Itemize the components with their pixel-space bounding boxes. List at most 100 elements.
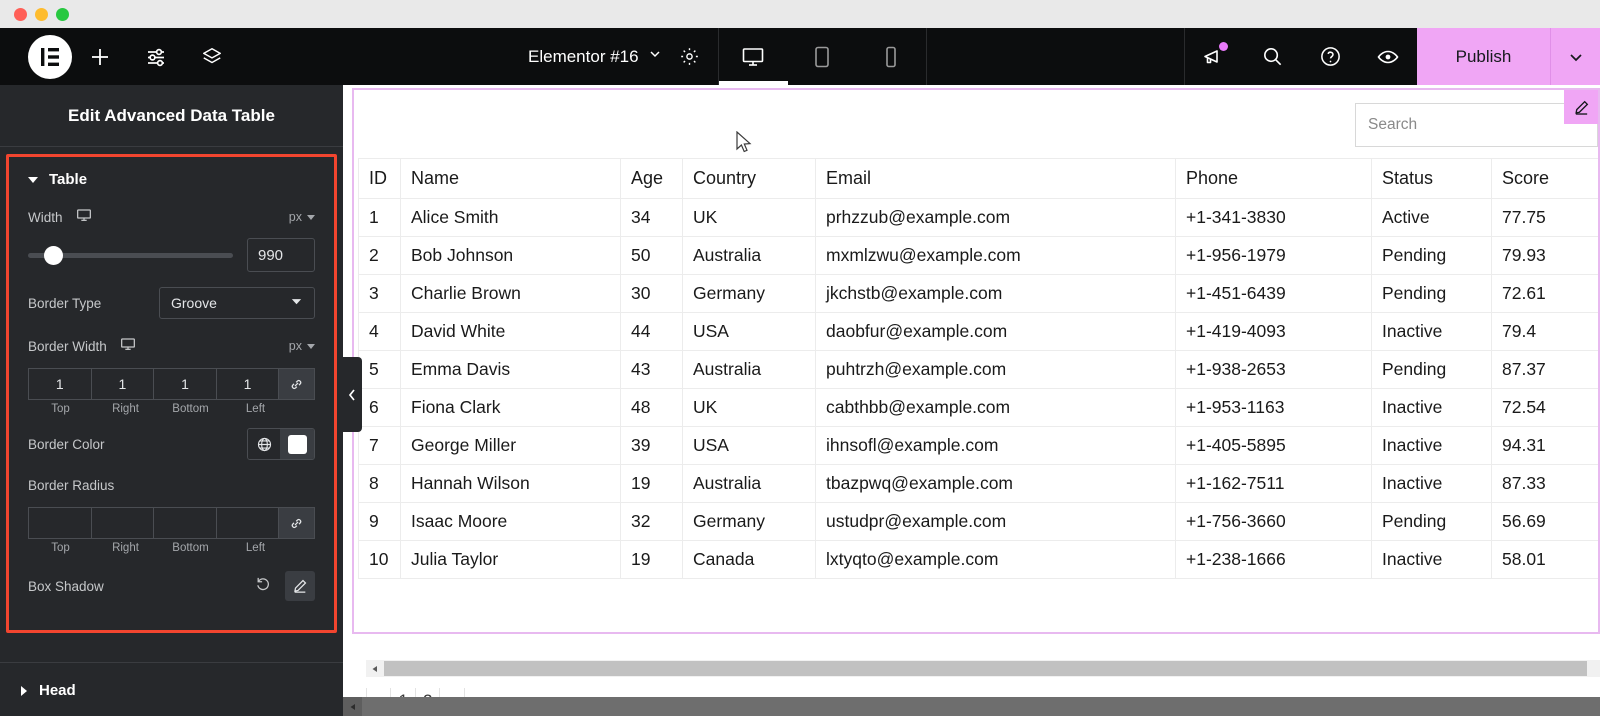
border-radius-top-input[interactable] [28, 507, 91, 539]
link-icon[interactable] [278, 507, 316, 539]
width-unit-label: px [288, 210, 302, 224]
border-width-left-input[interactable]: 1 [215, 368, 279, 400]
search-icon[interactable] [1243, 28, 1301, 85]
cell-id: 7 [358, 426, 401, 465]
border-radius-top-label: Top [51, 542, 70, 554]
device-mobile-button[interactable] [857, 28, 926, 85]
device-tablet-button[interactable] [788, 28, 857, 85]
border-width-right-input[interactable]: 1 [90, 368, 154, 400]
column-header-score[interactable]: Score [1491, 158, 1598, 199]
desktop-icon[interactable] [120, 336, 136, 357]
border-radius-bottom-input[interactable] [153, 507, 216, 539]
triangle-left-icon[interactable] [366, 660, 383, 677]
window-minimize-button[interactable] [35, 7, 48, 21]
cell-id: 2 [358, 236, 401, 275]
scrollbar-thumb[interactable] [384, 661, 1587, 676]
cell-age: 50 [620, 236, 683, 275]
border-color-picker[interactable] [247, 428, 315, 460]
border-radius-left-input[interactable] [215, 507, 279, 539]
toolbar-center-group: Elementor #16 [343, 28, 1184, 85]
control-border-type: Border Type Groove [9, 287, 334, 319]
cell-phone: +1-938-2653 [1175, 350, 1372, 389]
cell-score: 72.61 [1491, 274, 1598, 313]
column-header-age[interactable]: Age [620, 158, 683, 199]
table-horizontal-scrollbar[interactable] [366, 660, 1600, 677]
page-horizontal-scrollbar[interactable] [343, 697, 1600, 716]
column-header-country[interactable]: Country [682, 158, 816, 199]
column-header-id[interactable]: ID [358, 158, 401, 199]
color-swatch-icon[interactable] [280, 429, 314, 459]
column-header-phone[interactable]: Phone [1175, 158, 1372, 199]
device-desktop-button[interactable] [718, 28, 788, 85]
cell-age: 19 [620, 464, 683, 503]
table-row: 3 Charlie Brown 30 Germany jkchstb@example.c… [358, 274, 1598, 313]
help-circle-icon[interactable] [1301, 28, 1359, 85]
table-scroll-container: ID Name Age Country Email Phone Status S… [358, 158, 1598, 618]
desktop-icon[interactable] [76, 207, 92, 228]
cell-status: Inactive [1371, 540, 1492, 579]
table-row: 5 Emma Davis 43 Australia puhtrzh@example.co… [358, 350, 1598, 389]
cell-phone: +1-953-1163 [1175, 388, 1372, 427]
search-input[interactable]: Search [1355, 103, 1598, 147]
section-head[interactable]: Head [0, 663, 343, 713]
cell-name: Charlie Brown [400, 274, 621, 313]
border-width-bottom-input[interactable]: 1 [153, 368, 216, 400]
cell-phone: +1-419-4093 [1175, 312, 1372, 351]
border-type-select[interactable]: Groove [159, 287, 315, 319]
cell-status: Pending [1371, 350, 1492, 389]
link-icon[interactable] [278, 368, 316, 400]
width-input[interactable]: 990 [247, 238, 315, 272]
widget-edit-handle[interactable] [1564, 90, 1598, 124]
triangle-left-icon[interactable] [343, 697, 362, 716]
cell-name: David White [400, 312, 621, 351]
cell-status: Inactive [1371, 464, 1492, 503]
publish-button[interactable]: Publish [1417, 28, 1550, 85]
cell-name: Alice Smith [400, 198, 621, 237]
cell-phone: +1-162-7511 [1175, 464, 1372, 503]
selected-widget-outline[interactable]: Search ID Name Age Country Email Phone S… [352, 88, 1600, 714]
layers-icon[interactable] [184, 28, 240, 85]
border-radius-right-input[interactable] [90, 507, 154, 539]
border-color-label: Border Color [28, 436, 105, 452]
document-title-group[interactable]: Elementor #16 [528, 28, 662, 85]
window-close-button[interactable] [14, 7, 27, 21]
cell-country: UK [682, 388, 816, 427]
width-slider[interactable] [28, 245, 233, 265]
cell-age: 44 [620, 312, 683, 351]
cell-age: 48 [620, 388, 683, 427]
window-maximize-button[interactable] [56, 7, 69, 21]
border-width-left-label: Left [245, 403, 266, 415]
column-header-status[interactable]: Status [1371, 158, 1492, 199]
width-unit-selector[interactable]: px [289, 210, 315, 224]
cell-phone: +1-405-5895 [1175, 426, 1372, 465]
column-header-name[interactable]: Name [400, 158, 621, 199]
notification-dot [1219, 42, 1228, 51]
panel-collapse-button[interactable] [343, 357, 362, 432]
cell-email: ustudpr@example.com [815, 502, 1176, 541]
gear-icon[interactable] [662, 28, 718, 85]
border-width-unit-selector[interactable]: px [289, 339, 315, 353]
width-slider-handle[interactable] [44, 245, 63, 265]
cell-email: ihnsofl@example.com [815, 426, 1176, 465]
add-element-button[interactable] [72, 28, 128, 85]
elementor-logo-icon[interactable] [28, 34, 72, 79]
border-width-top-input[interactable]: 1 [28, 368, 91, 400]
control-box-shadow: Box Shadow [9, 571, 334, 601]
sliders-icon[interactable] [128, 28, 184, 85]
section-table-header[interactable]: Table [9, 157, 334, 202]
globe-icon[interactable] [248, 429, 280, 459]
publish-options-button[interactable] [1550, 28, 1600, 85]
box-shadow-edit-button[interactable] [285, 571, 315, 601]
search-placeholder: Search [1368, 116, 1418, 133]
cell-country: Australia [682, 350, 816, 389]
column-header-email[interactable]: Email [815, 158, 1176, 199]
megaphone-icon[interactable] [1185, 28, 1243, 85]
chevron-down-icon[interactable] [648, 47, 662, 66]
eye-icon[interactable] [1359, 28, 1417, 85]
control-border-radius: Border Radius Top Right Bottom Left [9, 470, 334, 554]
cell-country: USA [682, 312, 816, 351]
toolbar-left-group [0, 28, 343, 85]
cell-name: Isaac Moore [400, 502, 621, 541]
width-label: Width [28, 209, 63, 225]
reset-icon[interactable] [255, 575, 272, 597]
